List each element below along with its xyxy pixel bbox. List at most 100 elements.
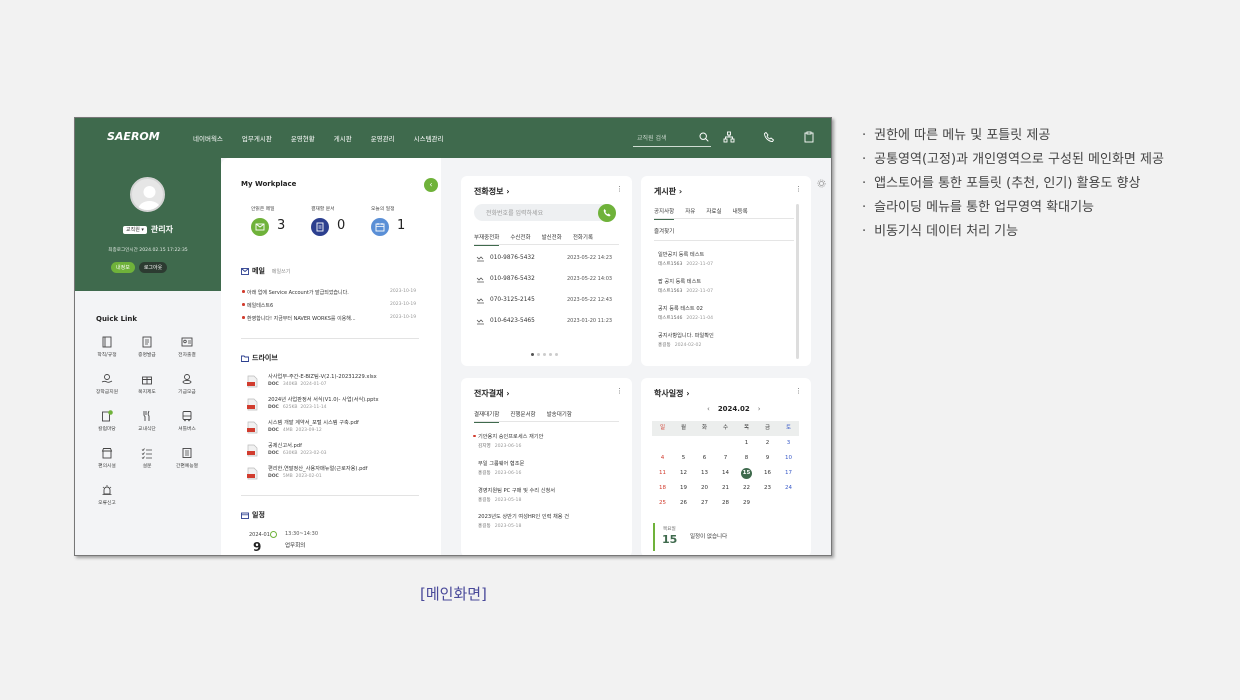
store-icon xyxy=(101,448,113,459)
quick-link-attendance[interactable]: 전자출결 xyxy=(167,336,207,366)
logout-button[interactable]: 로그아웃 xyxy=(138,262,168,273)
prev-month-icon[interactable]: ‹ xyxy=(707,405,710,413)
calendar-day[interactable]: 10 xyxy=(778,451,799,466)
calendar-day[interactable]: 16 xyxy=(757,466,778,481)
calendar-day[interactable]: 7 xyxy=(715,451,736,466)
quick-link-easy[interactable]: 간편예능열 xyxy=(167,447,207,477)
calendar-day[interactable]: 2 xyxy=(757,436,778,451)
quick-link-column[interactable]: 칼럼마당 xyxy=(87,410,127,440)
calendar-day[interactable]: 8 xyxy=(736,451,757,466)
staff-search-input[interactable]: 교직원 검색 xyxy=(637,133,667,142)
calendar-day[interactable]: 22 xyxy=(736,481,757,496)
calendar-day[interactable]: 24 xyxy=(778,481,799,496)
scrollbar[interactable] xyxy=(796,204,799,359)
tab-favorites[interactable]: 즐겨찾기 xyxy=(654,227,674,239)
approval-item[interactable]: 부일 그룹웨어 협조문 홍길동 2023-06-16 xyxy=(478,460,618,476)
next-month-icon[interactable]: › xyxy=(758,405,761,413)
quick-link-facilities[interactable]: 편의시설 xyxy=(87,447,127,477)
avatar[interactable] xyxy=(130,177,165,212)
quick-link-welfare[interactable]: 복지제도 xyxy=(127,373,167,403)
nav-item-naverworks[interactable]: 네이버웍스 xyxy=(193,133,223,143)
calendar-day[interactable]: 4 xyxy=(652,451,673,466)
file-icon xyxy=(247,375,258,388)
note-edit-icon xyxy=(102,410,113,422)
quick-link-error-report[interactable]: 오류신고 xyxy=(87,484,127,514)
nav-item-work-board[interactable]: 업무게시판 xyxy=(242,133,272,143)
nav-item-operations[interactable]: 운영현황 xyxy=(291,133,315,143)
calendar-day[interactable]: 13 xyxy=(694,466,715,481)
calendar-day[interactable]: 12 xyxy=(673,466,694,481)
calendar-day[interactable]: 6 xyxy=(694,451,715,466)
quick-link-scholarship[interactable]: 장학금지원 xyxy=(87,373,127,403)
more-icon[interactable]: ⋮ xyxy=(795,387,802,395)
quick-link-regulations[interactable]: 학칙/규정 xyxy=(87,336,127,366)
role-selector[interactable]: 교직원 ▾ xyxy=(123,226,147,234)
calendar-day[interactable]: 19 xyxy=(673,481,694,496)
nav-item-board[interactable]: 게시판 xyxy=(334,133,352,143)
calendar-day[interactable]: 23 xyxy=(757,481,778,496)
calendar-weekday: 목 xyxy=(743,425,750,431)
write-mail-link[interactable]: 메일쓰기 xyxy=(272,269,290,275)
stat-unread-mail[interactable]: 안읽은 메일 3 xyxy=(251,205,311,236)
quick-link-menu[interactable]: 교내식단 xyxy=(127,410,167,440)
board-item[interactable]: 공지사항입니다. 파일확인 홍길동 2024-02-02 xyxy=(658,332,798,348)
mail-item[interactable]: 아래 업에 Service Account가 발급되었습니다. 2023-10-1… xyxy=(242,289,417,296)
calendar-day[interactable]: 9 xyxy=(757,451,778,466)
mail-item[interactable]: 환영합니다! 지금부터 NAVER WORKS를 이용해... 2023-10-1… xyxy=(242,315,417,322)
quick-link-shuttle[interactable]: 셔틀버스 xyxy=(167,410,207,440)
calendar-day-today[interactable]: 15 xyxy=(736,466,757,481)
collapse-toggle[interactable]: ‹ xyxy=(424,178,438,192)
staff-search[interactable]: 교직원 검색 xyxy=(633,130,711,147)
phone-card-title[interactable]: 전화정보 › xyxy=(474,186,510,197)
calendar-day[interactable]: 3 xyxy=(778,436,799,451)
feature-notes: 권한에 따른 메뉴 및 포틀릿 제공 공통영역(고정)과 개인영역으로 구성된 … xyxy=(862,124,1164,244)
more-icon[interactable]: ⋮ xyxy=(616,185,623,193)
board-item[interactable]: 일반공지 등록 테스트 테스트1563 2022-11-07 xyxy=(658,251,798,267)
stat-pending-docs[interactable]: 결재할 문서 0 xyxy=(311,205,371,236)
calendar-day[interactable]: 1 xyxy=(736,436,757,451)
stat-today-schedule[interactable]: 오늘의 일정 1 xyxy=(371,205,431,236)
calendar-day[interactable]: 18 xyxy=(652,481,673,496)
calendar-day[interactable]: 25 xyxy=(652,496,673,511)
more-icon[interactable]: ⋮ xyxy=(795,185,802,193)
clipboard-icon[interactable] xyxy=(803,131,815,143)
nav-item-ops-admin[interactable]: 운영관리 xyxy=(371,133,395,143)
approval-item[interactable]: 기안용지 승인프로세스 재기안 김지영 2023-06-16 xyxy=(473,433,618,449)
calendar-day[interactable]: 11 xyxy=(652,466,673,481)
board-item[interactable]: 팝 공지 등록 테스트 테스트1563 2022-11-07 xyxy=(658,278,798,294)
quick-link-title: Quick Link xyxy=(96,315,138,323)
mail-section-title: 메일 메일쓰기 xyxy=(241,266,290,276)
quick-link-certificate[interactable]: 증명발급 xyxy=(127,336,167,366)
calendar-day[interactable]: 14 xyxy=(715,466,736,481)
org-chart-icon[interactable] xyxy=(723,131,735,143)
calendar-card-title[interactable]: 학사일정 › xyxy=(654,388,690,399)
board-item[interactable]: 공지 등록 테스트 02 테스트1546 2022-11-04 xyxy=(658,305,798,321)
call-button[interactable] xyxy=(598,204,616,222)
schedule-event[interactable]: 업무회의 xyxy=(285,541,305,549)
logo[interactable]: SAEROM xyxy=(107,130,160,143)
academic-calendar-card: 학사일정 › ⋮ ‹ 2024.02 › 일 월 화 수 목 금 토 1 2 3 4 5 6 7 8 9 10 11 1… xyxy=(641,378,811,555)
approval-item[interactable]: 경영지원팀 PC 구매 및 수리 신청서 홍길동 2023-05-18 xyxy=(478,487,618,503)
quick-link-survey[interactable]: 설문 xyxy=(127,447,167,477)
calendar-day xyxy=(652,436,673,451)
calendar-day[interactable]: 17 xyxy=(778,466,799,481)
approval-item[interactable]: 2023년도 상반기 여성HR인 인력 채용 건 홍길동 2023-05-18 xyxy=(478,513,618,529)
calendar-day[interactable]: 29 xyxy=(736,496,757,511)
mail-item[interactable]: 메일테스트6 2023-10-19 xyxy=(242,302,417,309)
more-icon[interactable]: ⋮ xyxy=(616,387,623,395)
approval-card-title[interactable]: 전자결재 › xyxy=(474,388,510,399)
my-info-button[interactable]: 내정보 xyxy=(111,262,135,273)
calendar-day[interactable]: 26 xyxy=(673,496,694,511)
calendar-day[interactable]: 21 xyxy=(715,481,736,496)
calendar-day[interactable]: 27 xyxy=(694,496,715,511)
phone-icon[interactable] xyxy=(763,131,775,143)
search-icon[interactable] xyxy=(699,132,709,142)
board-card-title[interactable]: 게시판 › xyxy=(654,186,682,197)
nav-item-system-admin[interactable]: 시스템관리 xyxy=(414,133,444,143)
gear-icon[interactable] xyxy=(817,179,826,188)
quick-link-fundraising[interactable]: 기금모금 xyxy=(167,373,207,403)
calendar-day[interactable]: 20 xyxy=(694,481,715,496)
phone-number-input[interactable]: 전화번호를 입력하세요 xyxy=(474,204,616,221)
calendar-day[interactable]: 28 xyxy=(715,496,736,511)
calendar-day[interactable]: 5 xyxy=(673,451,694,466)
